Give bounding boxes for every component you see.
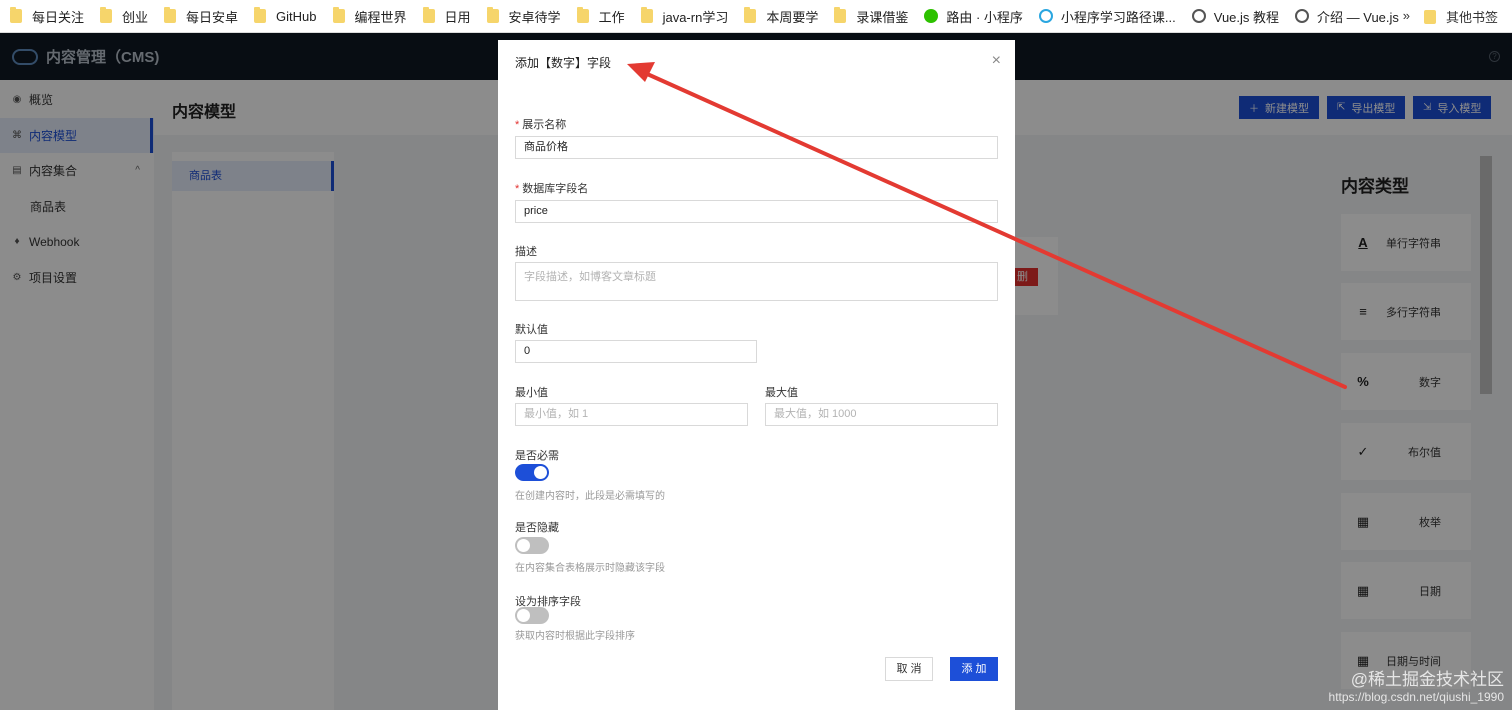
min-value-label: 最小值 <box>515 387 548 399</box>
bookmark-item[interactable]: 工作 <box>576 7 625 26</box>
min-value-input[interactable]: 最小值，如 1 <box>515 403 748 426</box>
hidden-toggle[interactable] <box>515 537 549 554</box>
display-name-input[interactable]: 商品价格 <box>515 136 998 159</box>
bookmark-item[interactable]: 本周要学 <box>744 7 818 26</box>
close-icon[interactable]: × <box>992 52 1001 70</box>
add-field-dialog: 添加【数字】字段 × * 展示名称 商品价格 * 数据库字段名 price 描述 字… <box>498 40 1015 710</box>
bookmark-item[interactable]: 日用 <box>422 7 471 26</box>
sort-toggle[interactable] <box>515 607 549 624</box>
bookmark-item[interactable]: GitHub <box>254 7 317 24</box>
folder-icon <box>834 7 847 23</box>
add-button[interactable]: 添 加 <box>950 657 998 681</box>
cancel-button[interactable]: 取 消 <box>885 657 933 681</box>
sort-help: 获取内容时根据此字段排序 <box>515 631 635 642</box>
toggle-knob <box>534 466 547 479</box>
bookmark-item[interactable]: 安卓待学 <box>486 7 561 26</box>
bookmark-item[interactable]: java-rn学习 <box>640 7 728 26</box>
bookmark-item[interactable]: 介绍 — Vue.js <box>1295 7 1399 26</box>
wechat-icon <box>924 9 939 23</box>
folder-icon <box>576 7 589 23</box>
required-mark: * <box>515 183 520 195</box>
db-field-input[interactable]: price <box>515 200 998 223</box>
db-field-label: * 数据库字段名 <box>515 183 589 195</box>
folder-icon <box>640 7 653 23</box>
hidden-help: 在内容集合表格展示时隐藏该字段 <box>515 563 665 574</box>
description-label: 描述 <box>515 246 537 258</box>
folder-icon <box>164 7 177 23</box>
bookmark-item[interactable]: 录课借鉴 <box>834 7 908 26</box>
toggle-knob <box>517 609 530 622</box>
required-help: 在创建内容时，此段是必需填写的 <box>515 491 665 502</box>
bookmark-item[interactable]: 小程序学习路径课... <box>1038 7 1176 26</box>
bookmark-item[interactable]: 每日关注 <box>10 7 84 26</box>
default-value-input[interactable]: 0 <box>515 340 757 363</box>
globe-icon <box>1295 9 1310 23</box>
default-value-label: 默认值 <box>515 324 548 336</box>
folder-icon <box>422 7 435 23</box>
required-mark: * <box>515 119 520 131</box>
bookmark-item[interactable]: 每日安卓 <box>164 7 238 26</box>
other-bookmarks-button[interactable]: 其他书签 <box>1423 0 1498 33</box>
bookmark-item[interactable]: Vue.js 教程 <box>1191 7 1279 26</box>
display-name-label: * 展示名称 <box>515 119 567 131</box>
folder-icon <box>744 7 757 23</box>
required-toggle[interactable] <box>515 464 549 481</box>
folder-icon <box>10 7 22 23</box>
hidden-label: 是否隐藏 <box>515 522 559 534</box>
bookmarks-more-button[interactable]: » <box>1403 8 1410 23</box>
watermark: @稀土掘金技术社区 https://blog.csdn.net/qiushi_1… <box>1328 670 1504 704</box>
bookmarks-bar: 每日关注 创业 每日安卓 GitHub 编程世界 日用 安卓待学 工作 java… <box>0 0 1512 33</box>
bookmark-item[interactable]: 创业 <box>100 7 148 26</box>
globe-icon <box>1191 9 1206 23</box>
required-label: 是否必需 <box>515 450 559 462</box>
folder-icon <box>100 7 113 23</box>
folder-icon <box>332 7 345 23</box>
folder-icon <box>1423 9 1436 24</box>
cloud-icon <box>1038 9 1053 23</box>
toggle-knob <box>517 539 530 552</box>
bookmark-item[interactable]: 编程世界 <box>332 7 407 26</box>
max-value-label: 最大值 <box>765 387 798 399</box>
max-value-input[interactable]: 最大值，如 1000 <box>765 403 998 426</box>
folder-icon <box>254 7 267 23</box>
description-textarea[interactable]: 字段描述，如博客文章标题 <box>515 262 998 301</box>
folder-icon <box>486 7 499 23</box>
dialog-title: 添加【数字】字段 <box>515 56 612 70</box>
bookmark-item[interactable]: 路由 · 小程序 <box>924 7 1023 26</box>
